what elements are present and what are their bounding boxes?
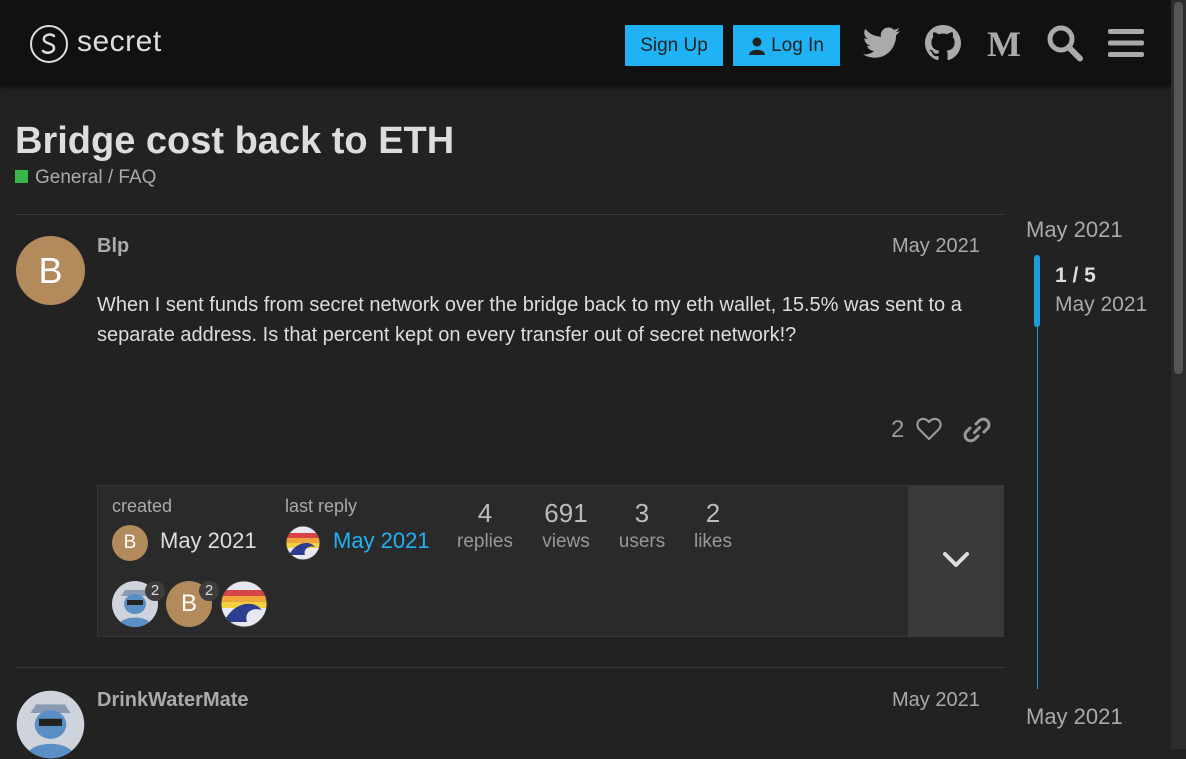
site-logo[interactable]: secret bbox=[29, 22, 169, 66]
timeline-start-date[interactable]: May 2021 bbox=[1026, 217, 1123, 243]
last-reply-label: last reply bbox=[285, 496, 358, 516]
created-avatar[interactable]: B bbox=[112, 525, 148, 561]
timeline-post-counter: 1 / 5 bbox=[1055, 264, 1096, 287]
timeline-current-date: May 2021 bbox=[1055, 293, 1148, 316]
participant-post-count: 2 bbox=[199, 581, 219, 601]
search-icon[interactable] bbox=[1045, 22, 1085, 64]
topic-title[interactable]: Bridge cost back to ETH bbox=[15, 120, 454, 163]
site-header: secret Sign Up Log In M bbox=[0, 0, 1171, 86]
topic-map: created B May 2021 last reply May 2021 4… bbox=[97, 485, 1004, 637]
category-color-swatch bbox=[15, 170, 28, 183]
post-divider bbox=[16, 214, 1004, 215]
logo-text: secret bbox=[77, 25, 162, 58]
post-date[interactable]: May 2021 bbox=[892, 689, 980, 712]
expand-topic-map-button[interactable] bbox=[908, 486, 1004, 637]
avatar-letter: B bbox=[38, 250, 63, 291]
participant-post-count: 2 bbox=[145, 581, 165, 601]
avatar-letter: B bbox=[123, 532, 137, 553]
post-username[interactable]: Blp bbox=[97, 235, 129, 258]
last-reply-date[interactable]: May 2021 bbox=[333, 528, 430, 554]
twitter-icon[interactable] bbox=[862, 22, 902, 64]
post-body: When I sent funds from secret network ov… bbox=[97, 294, 962, 346]
post-author-avatar[interactable]: B bbox=[16, 236, 85, 305]
category-label: General / FAQ bbox=[35, 167, 157, 188]
created-date: May 2021 bbox=[160, 528, 257, 553]
created-label: created bbox=[112, 496, 173, 516]
avatar-letter: B bbox=[180, 590, 197, 617]
github-icon[interactable] bbox=[923, 22, 963, 64]
medium-icon[interactable]: M bbox=[984, 22, 1024, 64]
secret-logo-icon bbox=[30, 25, 68, 63]
stat-likes-count: 2 bbox=[705, 498, 721, 528]
log-in-label: Log In bbox=[771, 35, 824, 56]
chevron-down-icon bbox=[943, 552, 969, 567]
scrollbar-thumb[interactable] bbox=[1174, 2, 1183, 374]
post-like-count[interactable]: 2 bbox=[891, 416, 904, 444]
stat-likes-label: likes bbox=[693, 531, 732, 552]
page-scrollbar[interactable] bbox=[1171, 0, 1186, 749]
timeline-end-date[interactable]: May 2021 bbox=[1026, 704, 1123, 730]
timeline-handle[interactable] bbox=[1034, 255, 1040, 327]
stat-replies-count: 4 bbox=[477, 498, 493, 528]
user-icon bbox=[749, 37, 766, 55]
last-reply-avatar[interactable] bbox=[285, 525, 321, 561]
post-date[interactable]: May 2021 bbox=[892, 235, 980, 258]
stat-replies-label: replies bbox=[457, 531, 513, 552]
post-divider bbox=[16, 667, 1004, 668]
category-link[interactable]: General / FAQ bbox=[15, 167, 156, 189]
post-username[interactable]: DrinkWaterMate bbox=[97, 689, 249, 712]
heart-icon[interactable] bbox=[915, 415, 943, 443]
sign-up-button[interactable]: Sign Up bbox=[625, 25, 723, 66]
hamburger-menu-icon[interactable] bbox=[1106, 22, 1146, 64]
link-icon[interactable] bbox=[963, 416, 991, 444]
participant-avatar-third[interactable] bbox=[220, 580, 268, 628]
log-in-button[interactable]: Log In bbox=[733, 25, 840, 66]
svg-text:M: M bbox=[987, 24, 1021, 64]
